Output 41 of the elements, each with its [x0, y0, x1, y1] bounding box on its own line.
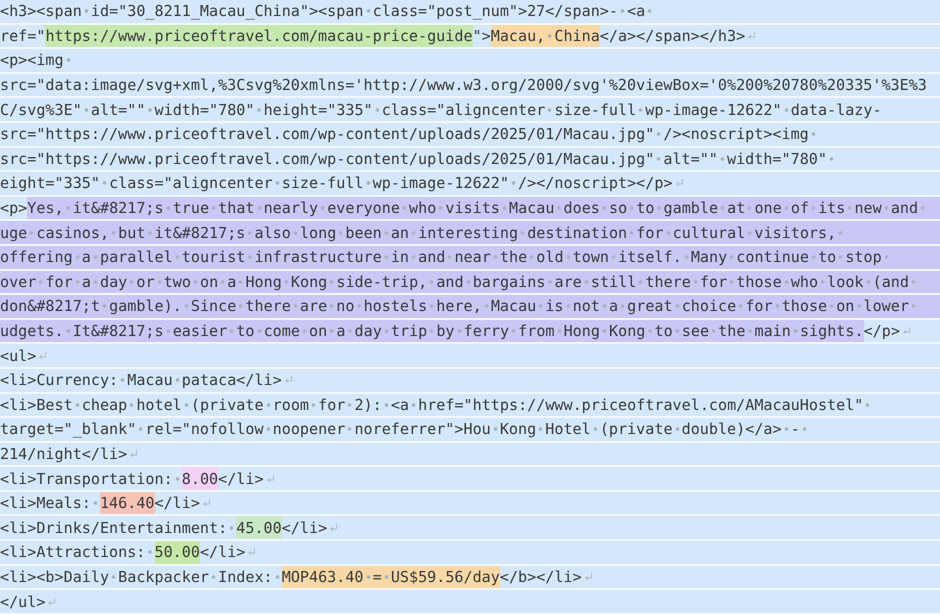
- code-text: <li>Currency: Macau pataca</li>: [0, 370, 282, 392]
- code-text: <p>: [0, 198, 28, 220]
- code-text: </li>: [154, 493, 200, 514]
- highlighted-text: don&#8217;t gamble). Since there are no hostels here, Macau is not a great choice for those on lower: [0, 295, 940, 318]
- highlighted-text: udgets. It&#8217;s easier to come on a day trip by ferry from Hong Kong to see the main sights.: [0, 320, 864, 342]
- code-text: </li>: [218, 468, 264, 490]
- highlighted-text: https://www.priceoftravel.com/macau-price-guide: [45, 24, 473, 48]
- highlighted-text: MOP463.40 = US$59.56/day: [282, 566, 500, 588]
- code-text: </li>: [200, 542, 246, 564]
- code-text: C/svg%3E" alt="" width="780" height="335" class="aligncenter size-full wp-image-12622" data-lazy-: [0, 100, 882, 121]
- highlighted-text: uge casinos, but it&#8217;s also long been an interesting destination for cultural visitors,: [0, 221, 940, 244]
- highlighted-text: Macau, China: [490, 24, 600, 48]
- code-text: eight="335" class="aligncenter size-full wp-image-12622" /></noscript></p>: [0, 173, 673, 194]
- code-text: </li>: [282, 518, 328, 539]
- code-text: 214/night</li>: [0, 444, 128, 465]
- code-text: ">: [472, 26, 491, 47]
- code-text: src="data:image/svg+xml,%3Csvg%20xmlns='http://www.w3.org/2000/svg'%20viewBox='0%200%20780%20335'%3E%3: [0, 75, 927, 96]
- code-text: src="https://www.priceoftravel.com/wp-content/uploads/2025/01/Macau.jpg" alt="" width="780": [0, 148, 836, 170]
- code-text: <h3><span id="30_8211_Macau_China"><span class="post_num">27</span>- <a: [0, 0, 654, 23]
- code-text: </b></li>: [500, 566, 582, 588]
- code-text: ref=": [0, 26, 46, 47]
- code-text: </ul>: [0, 592, 46, 613]
- highlighted-text: offering a parallel tourist infrastructure in and near the old town itself. Many continue to stop: [0, 246, 940, 269]
- code-text: </a></span></h3>: [600, 26, 746, 47]
- code-text: </p>: [864, 321, 900, 342]
- highlighted-text: 50.00: [154, 541, 200, 564]
- code-text: <li>Attractions:: [0, 541, 154, 564]
- highlighted-text: over for a day or two on a Hong Kong side-trip, and bargains are still there for those who look (and: [0, 270, 940, 294]
- code-text: <p><img: [0, 49, 73, 72]
- highlighted-text: 45.00: [236, 516, 282, 540]
- highlighted-text: Yes, it&#8217;s true that nearly everyone who visits Macau does so to gamble at one of its new and: [27, 196, 940, 220]
- code-text: <li>Transportation:: [0, 467, 182, 490]
- code-text: <ul>: [0, 346, 36, 367]
- code-text: <li>Drinks/Entertainment:: [0, 516, 236, 540]
- highlighted-text: 8.00: [182, 467, 218, 490]
- code-text: <li><b>Daily Backpacker Index:: [0, 566, 282, 588]
- code-text: target="_blank" rel="nofollow noopener noreferrer">Hou Kong Hotel (private double)</a> -: [0, 418, 809, 441]
- code-text: <li>Best cheap hotel (private room for 2): <a href="https://www.priceoftravel.com/AMacauHostel": [0, 394, 872, 416]
- highlighted-text: 146.40: [100, 492, 154, 514]
- code-text: src="https://www.priceoftravel.com/wp-content/uploads/2025/01/Macau.jpg" /><noscript><img: [0, 122, 818, 146]
- code-text: <li>Meals:: [0, 492, 100, 514]
